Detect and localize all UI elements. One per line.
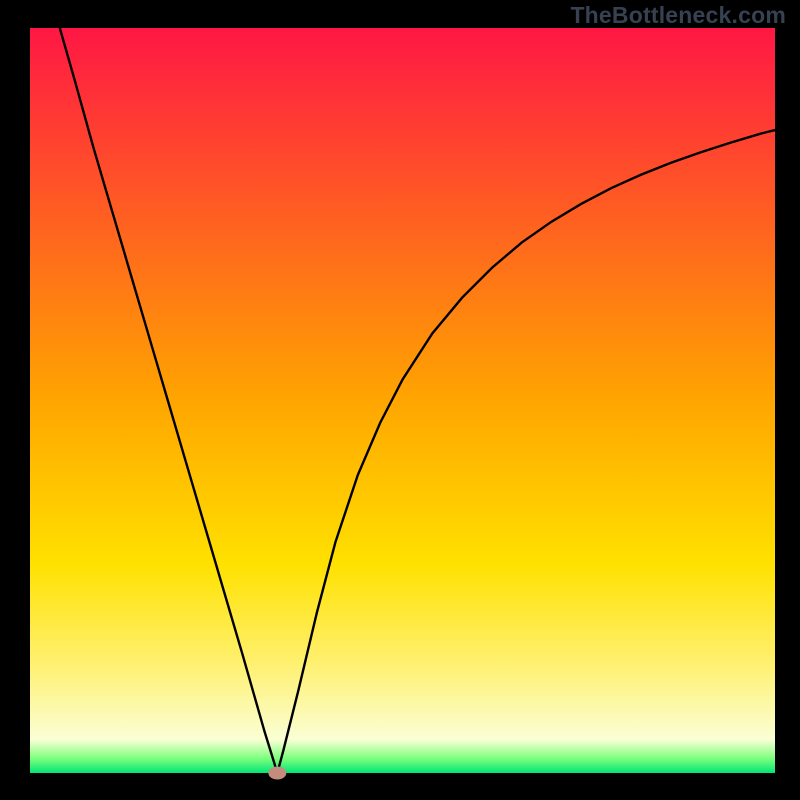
optimal-point-marker [268,767,286,780]
chart-frame: TheBottleneck.com [0,0,800,800]
bottleneck-chart [0,0,800,800]
plot-background [30,28,775,773]
